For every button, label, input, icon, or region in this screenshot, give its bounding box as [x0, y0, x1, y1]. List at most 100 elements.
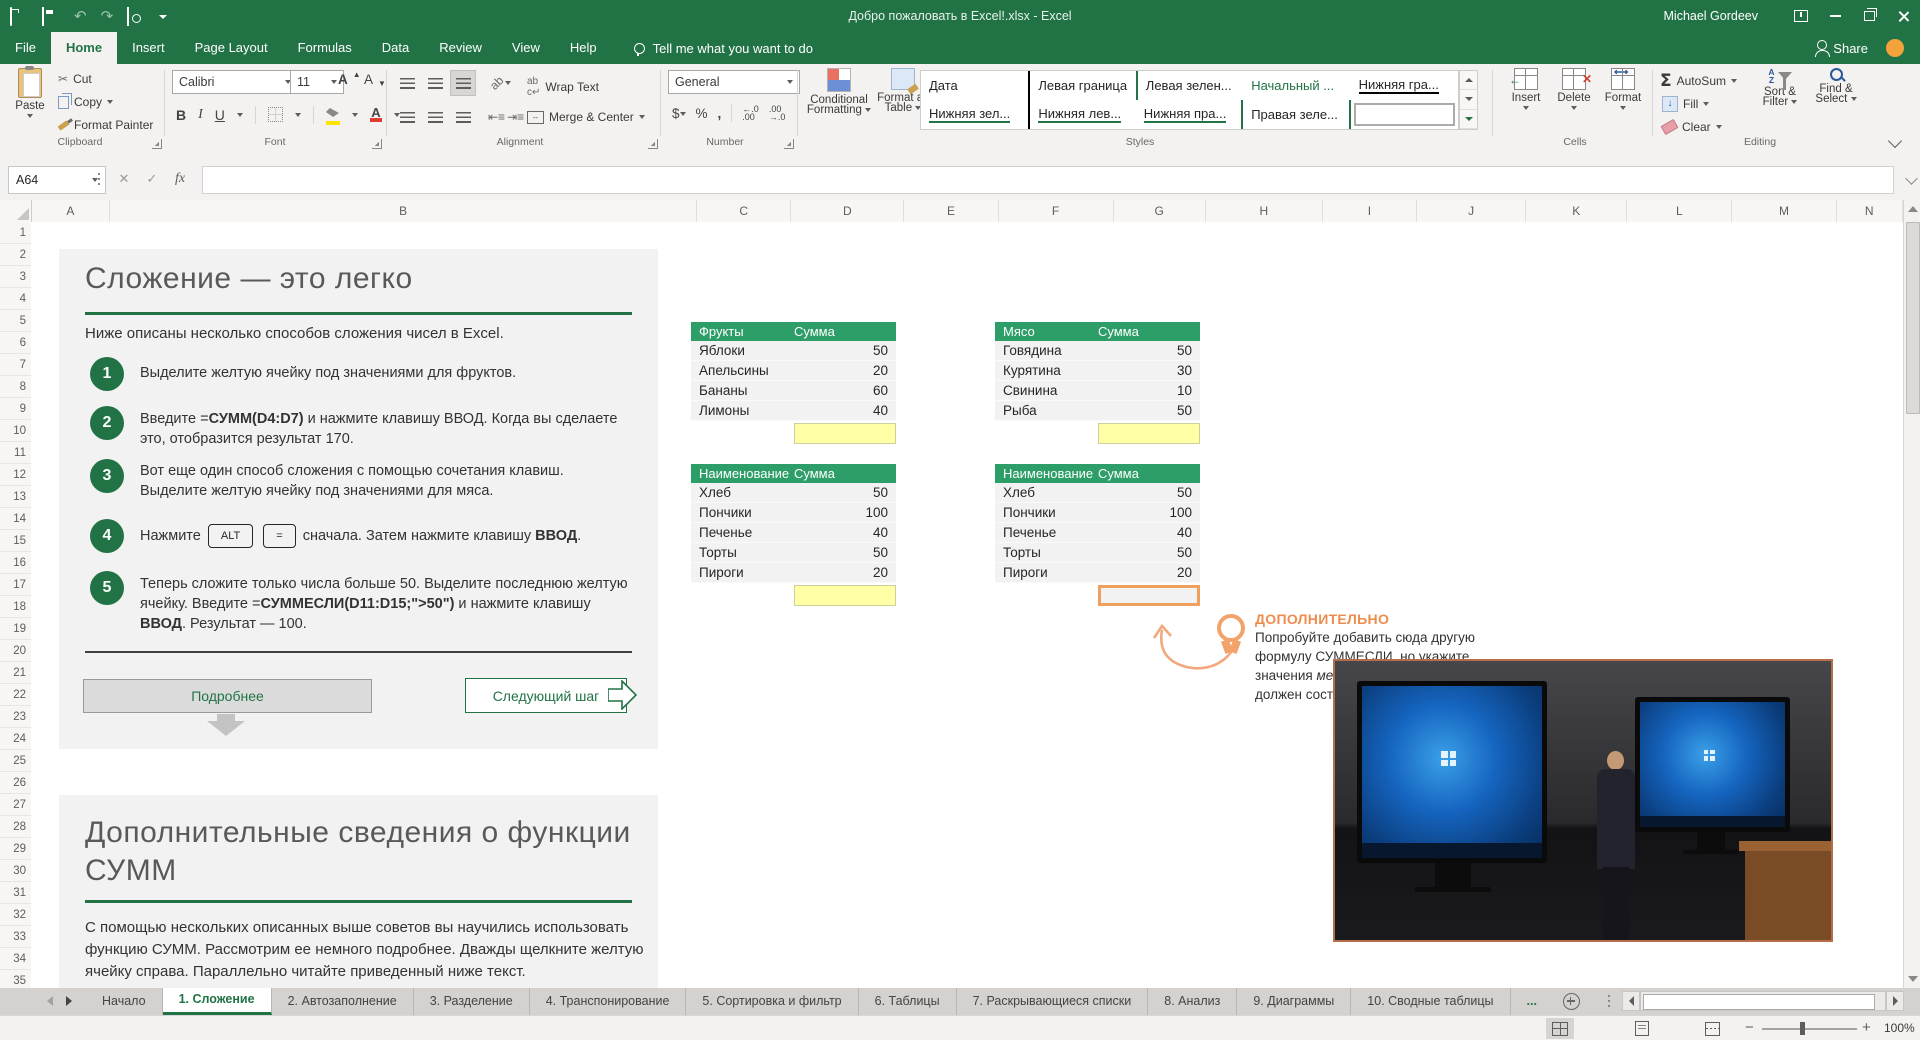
scroll-down-icon[interactable]: [1908, 976, 1918, 982]
ribbon-tab-help[interactable]: Help: [555, 32, 612, 64]
formula-input[interactable]: [202, 166, 1894, 194]
row-header-15[interactable]: 15: [0, 530, 31, 552]
vertical-scroll-thumb[interactable]: [1906, 222, 1920, 414]
sheet-tab-1-сложение[interactable]: 1. Сложение: [163, 988, 272, 1015]
decrease-indent-icon[interactable]: ⇤≡: [488, 110, 505, 124]
column-header-C[interactable]: C: [697, 200, 791, 222]
selected-sum-cell[interactable]: [1098, 585, 1200, 606]
column-header-I[interactable]: I: [1323, 200, 1417, 222]
column-header-B[interactable]: B: [110, 200, 697, 222]
ribbon-tab-page-layout[interactable]: Page Layout: [180, 32, 283, 64]
align-middle-button[interactable]: [422, 70, 448, 96]
vertical-scrollbar[interactable]: [1903, 200, 1920, 988]
column-header-D[interactable]: D: [791, 200, 904, 222]
cell-style-Начальный ...[interactable]: Начальный ...: [1243, 71, 1350, 100]
row-header-19[interactable]: 19: [0, 618, 31, 640]
sheet-tab-2-автозаполнение[interactable]: 2. Автозаполнение: [272, 988, 414, 1015]
row-header-2[interactable]: 2: [0, 244, 31, 266]
increase-decimal-button[interactable]: ←.0.00: [742, 105, 759, 121]
confirm-entry-icon[interactable]: ✓: [140, 166, 164, 192]
user-avatar[interactable]: [1886, 39, 1904, 57]
row-header-33[interactable]: 33: [0, 926, 31, 948]
name-box[interactable]: A64: [8, 166, 106, 194]
column-header-A[interactable]: A: [32, 200, 110, 222]
row-header-10[interactable]: 10: [0, 420, 31, 442]
find-select-button[interactable]: Find & Select: [1812, 68, 1860, 105]
row-header-18[interactable]: 18: [0, 596, 31, 618]
ribbon-tab-data[interactable]: Data: [367, 32, 424, 64]
borders-dropdown[interactable]: [295, 113, 301, 117]
sum-input-cell[interactable]: [794, 423, 896, 444]
row-header-1[interactable]: 1: [0, 222, 31, 244]
row-header-29[interactable]: 29: [0, 838, 31, 860]
sheet-tab-8-анализ[interactable]: 8. Анализ: [1148, 988, 1237, 1015]
zoom-in-button[interactable]: +: [1862, 1019, 1871, 1036]
cell-style-Левая граница[interactable]: Левая граница: [1028, 71, 1135, 100]
sort-filter-button[interactable]: AZ Sort & Filter: [1756, 68, 1804, 108]
align-right-button[interactable]: [450, 104, 476, 130]
row-header-13[interactable]: 13: [0, 486, 31, 508]
collapse-ribbon-icon[interactable]: [1888, 134, 1902, 148]
number-dialog-launcher[interactable]: [784, 139, 794, 149]
ribbon-tab-home[interactable]: Home: [51, 32, 117, 64]
percent-button[interactable]: %: [696, 106, 708, 121]
column-header-J[interactable]: J: [1417, 200, 1526, 222]
row-header-20[interactable]: 20: [0, 640, 31, 662]
row-header-24[interactable]: 24: [0, 728, 31, 750]
zoom-out-button[interactable]: −: [1745, 1019, 1754, 1036]
ribbon-tab-file[interactable]: File: [0, 32, 51, 64]
row-header-12[interactable]: 12: [0, 464, 31, 486]
column-header-G[interactable]: G: [1114, 200, 1206, 222]
gallery-more-icon[interactable]: [1460, 110, 1477, 129]
column-header-E[interactable]: E: [904, 200, 998, 222]
zoom-level[interactable]: 100%: [1884, 1021, 1915, 1035]
insert-cells-button[interactable]: ← Insert: [1504, 68, 1548, 110]
horizontal-scroll-thumb[interactable]: [1643, 994, 1875, 1010]
select-all-corner[interactable]: [0, 200, 32, 222]
align-left-button[interactable]: [394, 104, 420, 130]
row-header-21[interactable]: 21: [0, 662, 31, 684]
next-step-button[interactable]: Следующий шаг: [465, 678, 627, 713]
format-painter-button[interactable]: Format Painter: [58, 118, 153, 132]
column-header-H[interactable]: H: [1206, 200, 1323, 222]
align-center-button[interactable]: [422, 104, 448, 130]
row-header-3[interactable]: 3: [0, 266, 31, 288]
row-header-35[interactable]: 35: [0, 970, 31, 988]
row-header-22[interactable]: 22: [0, 684, 31, 706]
row-header-27[interactable]: 27: [0, 794, 31, 816]
cell-style-Дата[interactable]: Дата: [921, 71, 1028, 100]
bold-button[interactable]: B: [176, 107, 186, 123]
row-header-9[interactable]: 9: [0, 398, 31, 420]
row-header-11[interactable]: 11: [0, 442, 31, 464]
row-header-5[interactable]: 5: [0, 310, 31, 332]
zoom-slider-track[interactable]: [1762, 1028, 1857, 1030]
fill-color-button[interactable]: [326, 104, 340, 125]
row-header-34[interactable]: 34: [0, 948, 31, 970]
fill-button[interactable]: ↓ Fill: [1662, 96, 1709, 112]
fill-color-dropdown[interactable]: [352, 113, 358, 117]
ribbon-display-options-button[interactable]: [1784, 0, 1818, 32]
autosum-button[interactable]: Σ AutoSum: [1660, 71, 1737, 91]
column-header-K[interactable]: K: [1526, 200, 1627, 222]
account-user-name[interactable]: Michael Gordeev: [1664, 9, 1759, 23]
minimize-button[interactable]: [1818, 0, 1852, 32]
sum-input-cell[interactable]: [794, 585, 896, 606]
embedded-video[interactable]: [1333, 659, 1833, 942]
delete-cells-button[interactable]: ✕ Delete: [1552, 68, 1596, 110]
row-header-7[interactable]: 7: [0, 354, 31, 376]
worksheet-canvas[interactable]: Сложение — это легко Ниже описаны нескол…: [31, 222, 1903, 988]
paste-button[interactable]: Paste: [10, 68, 50, 118]
row-header-31[interactable]: 31: [0, 882, 31, 904]
clear-button[interactable]: Clear: [1662, 120, 1722, 134]
expand-formula-bar-icon[interactable]: [1905, 172, 1918, 185]
page-break-view-button[interactable]: [1698, 1018, 1726, 1039]
sheet-tab-overflow[interactable]: ...: [1511, 988, 1553, 1015]
scroll-up-icon[interactable]: [1908, 206, 1918, 212]
decrease-decimal-button[interactable]: .00→.0: [769, 105, 786, 121]
comma-button[interactable]: ,: [718, 106, 722, 121]
hscroll-right-icon[interactable]: [1886, 991, 1904, 1011]
row-header-23[interactable]: 23: [0, 706, 31, 728]
italic-button[interactable]: I: [198, 107, 203, 123]
ribbon-tab-insert[interactable]: Insert: [117, 32, 180, 64]
font-family-select[interactable]: Calibri: [172, 70, 298, 94]
